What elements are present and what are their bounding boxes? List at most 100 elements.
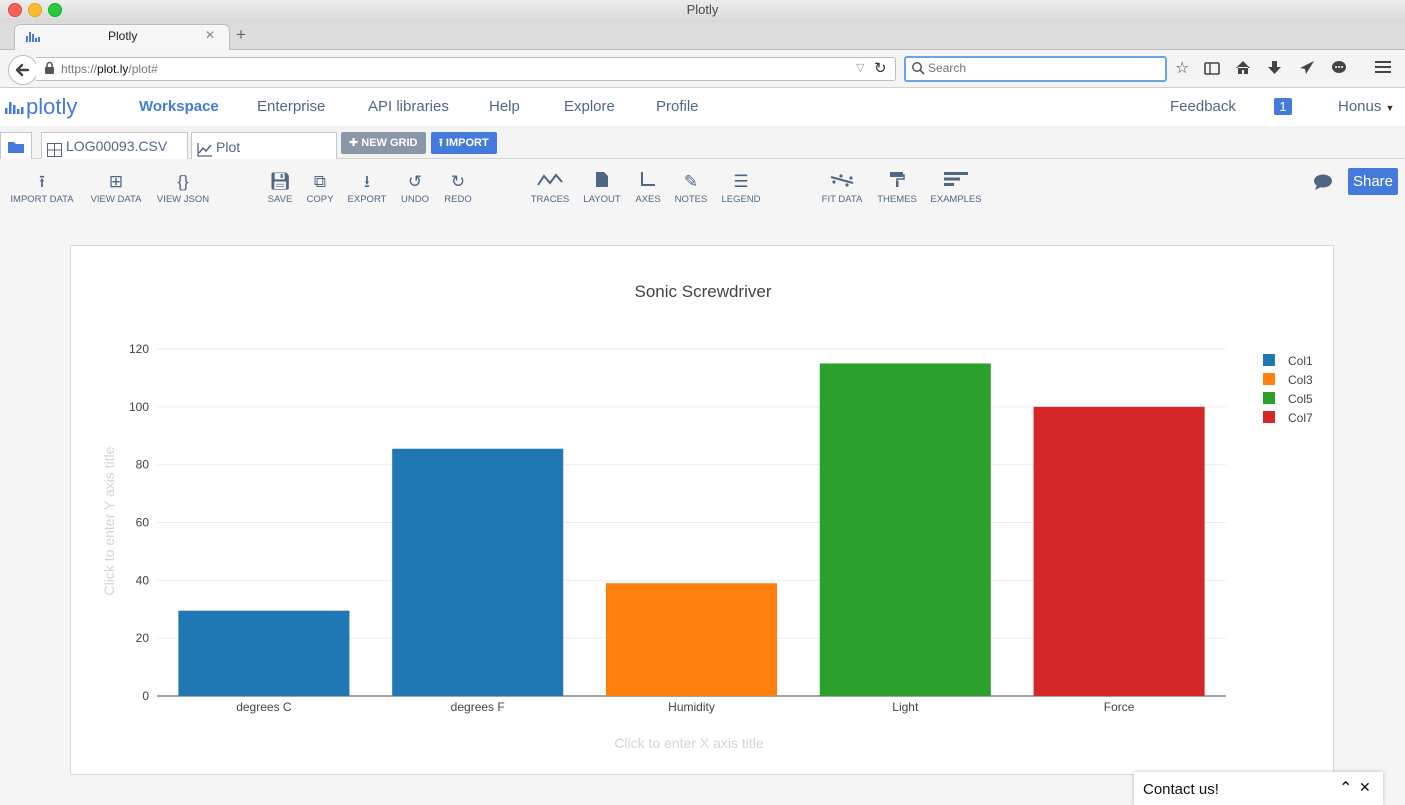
x-tick-label: degrees F (451, 700, 505, 714)
x-axis-title[interactable]: Click to enter X axis title (614, 735, 764, 751)
notification-badge[interactable]: 1 (1274, 98, 1292, 115)
table-icon: ⊞ (108, 172, 124, 191)
share-button[interactable]: Share (1348, 168, 1398, 195)
examples-tool[interactable]: EXAMPLES (929, 171, 983, 205)
notes-tool[interactable]: ✎ NOTES (672, 171, 710, 205)
braces-icon: {} (177, 172, 189, 191)
minimize-window-button[interactable] (28, 3, 42, 17)
save-tool[interactable]: 💾︎ SAVE (264, 171, 296, 205)
folder-button[interactable] (0, 132, 32, 160)
x-tick-label: Light (892, 700, 919, 714)
chat-icon[interactable] (1331, 60, 1347, 80)
import-data-label: IMPORT DATA (10, 194, 74, 205)
y-tick-label: 80 (136, 458, 150, 472)
fit-data-tool[interactable]: FIT DATA (818, 171, 866, 205)
save-label: SAVE (267, 194, 293, 205)
export-label: EXPORT (347, 194, 387, 205)
plot-tab-label: Plot (216, 139, 241, 155)
redo-icon: ↻ (450, 172, 466, 191)
tab-plot[interactable]: Plot (191, 132, 337, 160)
send-icon[interactable] (1299, 60, 1315, 80)
nav-profile[interactable]: Profile (656, 98, 699, 115)
legend-swatch (1263, 411, 1275, 423)
examples-label: EXAMPLES (930, 194, 982, 205)
nav-explore[interactable]: Explore (564, 98, 615, 115)
copy-label: COPY (306, 194, 334, 205)
fit-data-label: FIT DATA (821, 194, 863, 205)
browser-tab[interactable]: Plotly ✕ (14, 24, 230, 50)
legend-tool[interactable]: ☰ LEGEND (719, 171, 763, 205)
nav-help[interactable]: Help (489, 98, 520, 115)
contact-widget[interactable]: Contact us! ⌃ ✕ (1134, 772, 1383, 805)
new-tab-button[interactable]: + (236, 25, 246, 45)
chart-legend[interactable]: Col1 Col3 Col5 Col7 (1263, 354, 1313, 425)
view-data-tool[interactable]: ⊞ VIEW DATA (88, 171, 144, 205)
themes-tool[interactable]: THEMES (876, 171, 918, 205)
redo-tool[interactable]: ↻ REDO (441, 171, 475, 205)
bookmark-star-icon[interactable]: ☆ (1175, 58, 1189, 78)
traces-tool[interactable]: TRACES (530, 171, 570, 205)
chevron-up-icon[interactable]: ⌃ (1339, 778, 1352, 798)
import-button[interactable]: ⭱ IMPORT (431, 132, 497, 154)
reading-list-icon[interactable] (1204, 61, 1220, 80)
fit-data-icon (818, 171, 866, 193)
bar-col1[interactable] (178, 610, 350, 696)
close-tab-icon[interactable]: ✕ (205, 28, 215, 42)
hamburger-menu-icon[interactable] (1375, 60, 1391, 79)
bar-col7[interactable] (1033, 406, 1205, 696)
user-menu[interactable]: Honus ▼ (1338, 98, 1394, 115)
close-icon[interactable]: ✕ (1359, 779, 1371, 796)
export-icon: ⭳ (364, 172, 370, 191)
nav-enterprise[interactable]: Enterprise (257, 98, 325, 115)
floppy-icon: 💾︎ (269, 172, 291, 191)
y-axis-title[interactable]: Click to enter Y axis title (101, 446, 117, 595)
bar-chart: 0 20 40 60 80 100 120 degrees C degrees F Humidi… (101, 282, 1313, 751)
bar-col5[interactable] (819, 363, 991, 696)
examples-icon (929, 171, 983, 193)
layout-tool[interactable]: LAYOUT (580, 171, 624, 205)
traces-icon (530, 171, 570, 193)
notes-label: NOTES (674, 194, 708, 205)
import-data-icon: ⭱ (39, 172, 45, 191)
export-tool[interactable]: ⭳ EXPORT (344, 171, 390, 205)
bar-col3[interactable] (605, 583, 778, 696)
tab-grid-file[interactable]: LOG00093.CSV (41, 132, 188, 159)
search-input[interactable] (928, 59, 1156, 77)
url-bar[interactable]: https://plot.ly/plot# ▽ ↻ (36, 57, 896, 81)
back-button[interactable] (8, 55, 38, 85)
legend-icon: ☰ (733, 172, 749, 191)
nav-api-libraries[interactable]: API libraries (368, 98, 449, 115)
legend-label: Col7 (1288, 411, 1313, 425)
themes-label: THEMES (877, 194, 917, 205)
copy-tool[interactable]: ⧉ COPY (304, 171, 336, 205)
user-name: Honus (1338, 98, 1382, 115)
copy-icon: ⧉ (313, 172, 327, 191)
undo-tool[interactable]: ↺ UNDO (397, 171, 433, 205)
zoom-window-button[interactable] (48, 3, 62, 17)
download-icon[interactable] (1267, 60, 1282, 80)
feedback-link[interactable]: Feedback (1170, 98, 1236, 115)
close-window-button[interactable] (8, 3, 22, 17)
plotly-favicon-icon (25, 30, 41, 49)
nav-workspace[interactable]: Workspace (139, 98, 219, 115)
home-icon[interactable] (1235, 60, 1251, 80)
plotly-logo-icon (5, 102, 24, 114)
traces-label: TRACES (530, 194, 570, 205)
upload-icon: ⭱ (439, 137, 443, 149)
search-box[interactable] (904, 56, 1167, 82)
bar-col1[interactable] (392, 448, 564, 696)
import-data-tool[interactable]: ⭱ IMPORT DATA (8, 171, 76, 205)
view-data-label: VIEW DATA (90, 194, 142, 205)
axes-icon (632, 171, 664, 193)
y-tick-label: 100 (129, 400, 149, 414)
reload-icon[interactable]: ↻ (874, 59, 887, 77)
chart-title[interactable]: Sonic Screwdriver (635, 282, 772, 301)
browser-tab-title: Plotly (108, 29, 138, 43)
comment-icon[interactable] (1313, 174, 1333, 196)
redo-label: REDO (444, 194, 472, 205)
url-dropdown-icon[interactable]: ▽ (856, 61, 864, 74)
new-grid-button[interactable]: ✚ NEW GRID (341, 132, 426, 154)
axes-tool[interactable]: AXES (632, 171, 664, 205)
view-json-tool[interactable]: {} VIEW JSON (155, 171, 211, 205)
plotly-logo[interactable]: plotly (4, 94, 77, 120)
